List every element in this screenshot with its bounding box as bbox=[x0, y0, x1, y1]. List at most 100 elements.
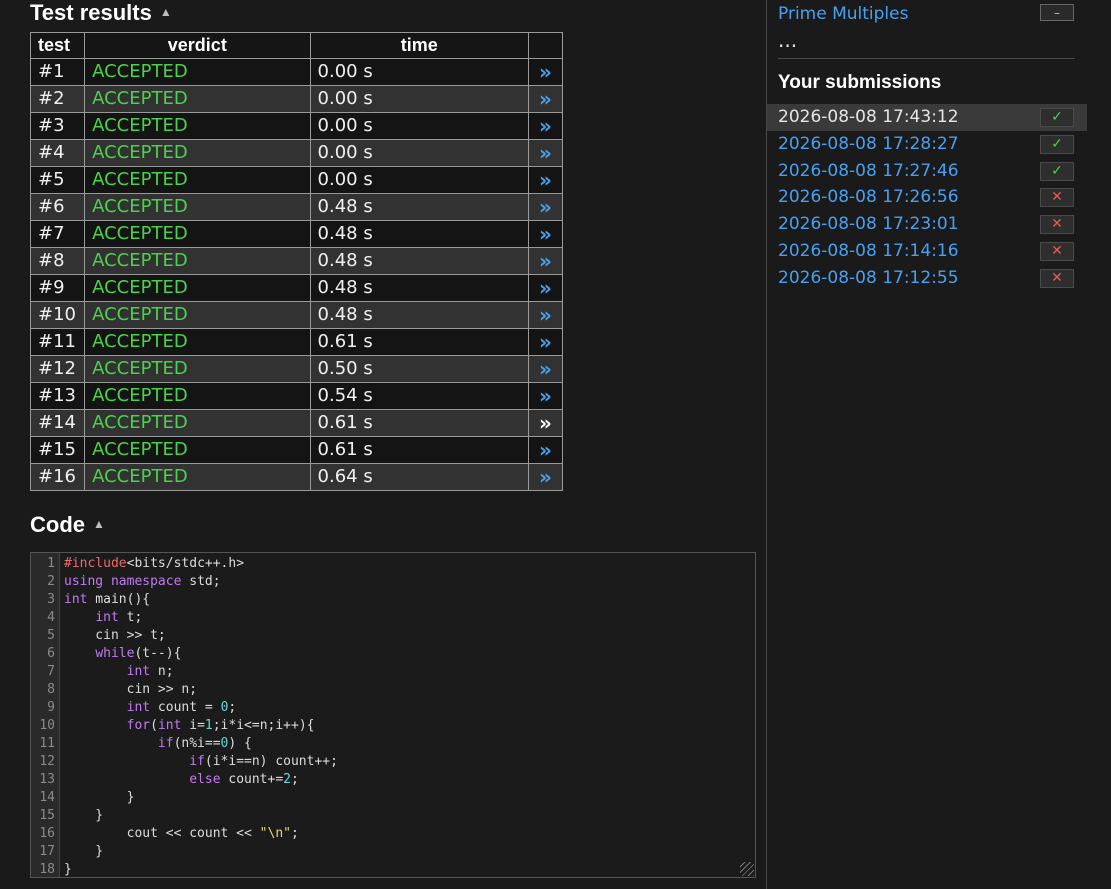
test-number-cell: #11 bbox=[29, 328, 86, 356]
view-test-icon[interactable]: » bbox=[527, 382, 564, 410]
line-number: 2 bbox=[47, 574, 55, 589]
code-text: } bbox=[64, 808, 104, 823]
line-number: 17 bbox=[39, 844, 55, 859]
header-verdict: verdict bbox=[84, 32, 311, 59]
collapse-caret-icon[interactable]: ▲ bbox=[93, 518, 105, 530]
verdict-cell: ACCEPTED bbox=[84, 193, 311, 221]
time-cell: 0.48 s bbox=[309, 193, 529, 221]
view-test-icon[interactable]: » bbox=[527, 220, 564, 248]
time-cell: 0.61 s bbox=[309, 436, 529, 464]
submission-time-link[interactable]: 2026-08-08 17:26:56 bbox=[778, 187, 959, 207]
line-number: 16 bbox=[39, 826, 55, 841]
collapse-button[interactable]: – bbox=[1040, 4, 1074, 21]
submission-row[interactable]: 2026-08-08 17:27:46 ✓ bbox=[767, 158, 1087, 185]
table-header-row: test verdict time bbox=[29, 32, 564, 59]
code-title: Code bbox=[30, 512, 85, 537]
test-results-heading[interactable]: Test results ▲ bbox=[30, 0, 172, 26]
view-test-icon[interactable]: » bbox=[527, 409, 564, 437]
table-row: #4 ACCEPTED 0.00 s» bbox=[29, 139, 564, 167]
table-row: #7 ACCEPTED 0.48 s» bbox=[29, 220, 564, 248]
more-ellipsis[interactable]: ... bbox=[778, 28, 797, 52]
view-test-icon[interactable]: » bbox=[527, 166, 564, 194]
resize-handle-icon[interactable] bbox=[740, 862, 754, 876]
header-test: test bbox=[29, 32, 86, 59]
code-text: int main(){ bbox=[64, 592, 151, 607]
test-number-cell: #8 bbox=[29, 247, 86, 275]
code-text: } bbox=[64, 790, 135, 805]
time-cell: 0.48 s bbox=[309, 274, 529, 302]
submission-row[interactable]: 2026-08-08 17:14:16 ✕ bbox=[767, 238, 1087, 265]
code-heading[interactable]: Code ▲ bbox=[30, 512, 105, 538]
code-line: 4 int t; bbox=[31, 609, 338, 627]
verdict-cell: ACCEPTED bbox=[84, 85, 311, 113]
code-line: 18} bbox=[31, 861, 338, 877]
time-cell: 0.00 s bbox=[309, 112, 529, 140]
verdict-cell: ACCEPTED bbox=[84, 274, 311, 302]
submission-time-link[interactable]: 2026-08-08 17:14:16 bbox=[778, 241, 959, 261]
code-line: 14 } bbox=[31, 789, 338, 807]
submission-time-link[interactable]: 2026-08-08 17:27:46 bbox=[778, 161, 959, 181]
check-icon: ✓ bbox=[1040, 161, 1074, 181]
code-text: int n; bbox=[126, 664, 174, 679]
code-text: #include<bits/stdc++.h> bbox=[64, 556, 245, 571]
task-link[interactable]: Prime Multiples bbox=[778, 4, 908, 24]
view-test-icon[interactable]: » bbox=[527, 301, 564, 329]
code-viewer[interactable]: 1 #include<bits/stdc++.h> 2 using namespace… bbox=[30, 552, 756, 878]
view-test-icon[interactable]: » bbox=[527, 274, 564, 302]
submission-time-link[interactable]: 2026-08-08 17:28:27 bbox=[778, 134, 959, 154]
view-test-icon[interactable]: » bbox=[527, 112, 564, 140]
test-number-cell: #14 bbox=[29, 409, 86, 437]
time-cell: 0.61 s bbox=[309, 409, 529, 437]
submissions-title: Your submissions bbox=[778, 72, 942, 93]
code-line: 11 if(n%i==0) { bbox=[31, 735, 338, 753]
code-text: while(t--){ bbox=[95, 646, 182, 661]
view-test-icon[interactable]: » bbox=[527, 355, 564, 383]
view-test-icon[interactable]: » bbox=[527, 58, 564, 86]
test-number-cell: #16 bbox=[29, 463, 86, 491]
test-number-cell: #3 bbox=[29, 112, 86, 140]
check-icon: ✓ bbox=[1040, 108, 1074, 127]
code-line: 6 while(t--){ bbox=[31, 645, 338, 663]
submission-row[interactable]: 2026-08-08 17:23:01 ✕ bbox=[767, 211, 1087, 238]
line-number: 9 bbox=[47, 700, 55, 715]
view-test-icon[interactable]: » bbox=[527, 436, 564, 464]
code-text: cout << count << "\n"; bbox=[64, 826, 299, 841]
cross-icon: ✕ bbox=[1040, 268, 1074, 288]
collapse-caret-icon[interactable]: ▲ bbox=[160, 6, 172, 18]
table-row: #14 ACCEPTED 0.61 s» bbox=[29, 409, 564, 437]
submission-time-link[interactable]: 2026-08-08 17:43:12 bbox=[778, 107, 959, 127]
test-results-title: Test results bbox=[30, 0, 152, 25]
test-number-cell: #2 bbox=[29, 85, 86, 113]
view-test-icon[interactable]: » bbox=[527, 193, 564, 221]
submission-row[interactable]: 2026-08-08 17:43:12 ✓ bbox=[767, 104, 1087, 131]
view-test-icon[interactable]: » bbox=[527, 328, 564, 356]
submission-row[interactable]: 2026-08-08 17:12:55 ✕ bbox=[767, 265, 1087, 292]
test-number-cell: #1 bbox=[29, 58, 86, 86]
view-test-icon[interactable]: » bbox=[527, 85, 564, 113]
view-test-icon[interactable]: » bbox=[527, 139, 564, 167]
time-cell: 0.64 s bbox=[309, 463, 529, 491]
code-line: 9 int count = 0; bbox=[31, 699, 338, 717]
code-line: 12 if(i*i==n) count++; bbox=[31, 753, 338, 771]
time-cell: 0.00 s bbox=[309, 58, 529, 86]
view-test-icon[interactable]: » bbox=[527, 463, 564, 491]
submission-time-link[interactable]: 2026-08-08 17:12:55 bbox=[778, 268, 959, 288]
line-number: 6 bbox=[47, 646, 55, 661]
table-row: #3 ACCEPTED 0.00 s» bbox=[29, 112, 564, 140]
verdict-cell: ACCEPTED bbox=[84, 463, 311, 491]
code-text: if(i*i==n) count++; bbox=[189, 754, 338, 769]
submission-row[interactable]: 2026-08-08 17:26:56 ✕ bbox=[767, 184, 1087, 211]
sidebar: Prime Multiples – ... Your submissions 2… bbox=[766, 0, 1111, 889]
view-test-icon[interactable]: » bbox=[527, 247, 564, 275]
verdict-cell: ACCEPTED bbox=[84, 112, 311, 140]
code-line: 3 int main(){ bbox=[31, 591, 338, 609]
submission-time-link[interactable]: 2026-08-08 17:23:01 bbox=[778, 214, 959, 234]
test-number-cell: #4 bbox=[29, 139, 86, 167]
check-icon: ✓ bbox=[1040, 134, 1074, 154]
verdict-cell: ACCEPTED bbox=[84, 355, 311, 383]
time-cell: 0.00 s bbox=[309, 85, 529, 113]
line-number: 7 bbox=[47, 664, 55, 679]
code-text: } bbox=[64, 862, 72, 877]
submission-row[interactable]: 2026-08-08 17:28:27 ✓ bbox=[767, 131, 1087, 158]
line-number: 15 bbox=[39, 808, 55, 823]
